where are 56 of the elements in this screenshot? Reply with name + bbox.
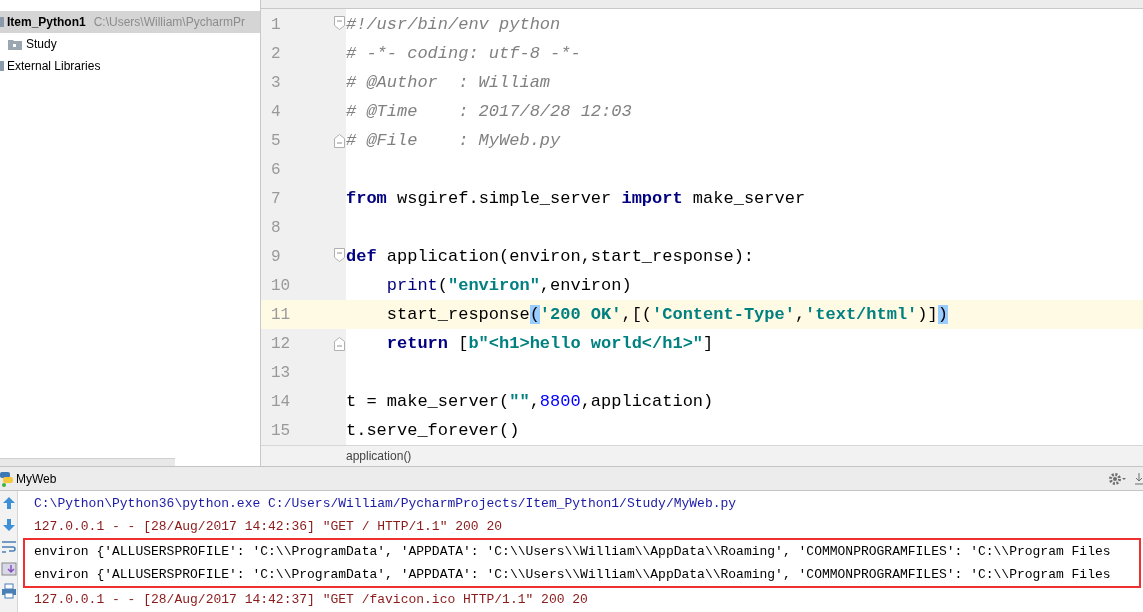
code-line: start_response('200 OK',[('Content-Type','text/html')]) bbox=[386, 303, 948, 326]
project-tree-item[interactable]: Study bbox=[0, 33, 260, 55]
line-number: 10 bbox=[271, 275, 291, 297]
project-path: C:\Users\William\PycharmPr bbox=[93, 14, 246, 31]
fold-marker-icon[interactable] bbox=[334, 134, 345, 148]
python-icon bbox=[0, 470, 14, 487]
console-line: 127.0.0.1 - - [28/Aug/2017 14:42:37] "GET /favicon.ico HTTP/1.1" 200 20 bbox=[34, 591, 589, 609]
line-number: 2 bbox=[271, 43, 281, 65]
code-line: # @Author : William bbox=[346, 71, 551, 94]
download-icon[interactable] bbox=[1135, 471, 1143, 486]
fold-marker-icon[interactable] bbox=[334, 337, 345, 351]
line-number: 11 bbox=[271, 304, 291, 326]
scrollbar[interactable] bbox=[0, 458, 175, 466]
wrap-lines-icon[interactable] bbox=[0, 539, 17, 555]
code-line: print("environ",environ) bbox=[386, 274, 632, 297]
scroll-to-end-icon[interactable] bbox=[0, 561, 17, 577]
tree-item-label: Study bbox=[26, 36, 57, 53]
line-number: 4 bbox=[271, 101, 281, 123]
fold-marker-icon[interactable] bbox=[334, 248, 345, 262]
line-number: 14 bbox=[271, 391, 291, 413]
settings-icon[interactable] bbox=[1109, 471, 1127, 486]
code-line: def application(environ,start_response): bbox=[346, 245, 755, 268]
tree-item-label: External Libraries bbox=[7, 58, 101, 75]
line-number: 9 bbox=[271, 246, 281, 268]
code-line: from wsgiref.simple_server import make_server bbox=[346, 187, 806, 210]
code-editor[interactable] bbox=[261, 9, 1143, 445]
line-number: 6 bbox=[271, 159, 281, 181]
console-line: 127.0.0.1 - - [28/Aug/2017 14:42:36] "GET / HTTP/1.1" 200 20 bbox=[34, 518, 504, 536]
code-line: #!/usr/bin/env python bbox=[346, 13, 561, 36]
line-number: 3 bbox=[271, 72, 281, 94]
project-tree-item[interactable]: External Libraries bbox=[0, 55, 260, 77]
code-line: # -*- coding: utf-8 -*- bbox=[346, 42, 581, 65]
breadcrumb[interactable]: application() bbox=[346, 447, 412, 465]
tree-item-label: Item_Python1 bbox=[7, 14, 86, 31]
line-number: 1 bbox=[271, 14, 281, 36]
console-line: C:\Python\Python36\python.exe C:/Users/William/PycharmProjects/Item_Python1/Study/MyWeb.py bbox=[34, 495, 738, 513]
folder-icon bbox=[8, 38, 22, 50]
code-line: return [b"<h1>hello world</h1>"] bbox=[386, 332, 714, 355]
project-tree-item[interactable]: Item_Python1 C:\Users\William\PycharmPr bbox=[0, 11, 260, 33]
code-line: # @Time : 2017/8/28 12:03 bbox=[346, 100, 632, 123]
console-line: environ {'ALLUSERSPROFILE': 'C:\\ProgramData', 'APPDATA': 'C:\\Users\\William\\AppData\\Roaming', 'COMMONPROGRAMFILES': 'C:\\Program Files bbox=[34, 566, 1112, 584]
code-line: # @File : MyWeb.py bbox=[346, 129, 561, 152]
code-line: t.serve_forever() bbox=[346, 419, 520, 442]
tree-node-icon bbox=[0, 61, 4, 71]
run-tab-title[interactable]: MyWeb bbox=[16, 469, 57, 488]
line-number: 5 bbox=[271, 130, 281, 152]
tree-node-icon bbox=[0, 17, 4, 27]
code-line: t = make_server("",8800,application) bbox=[346, 390, 714, 413]
line-number: 15 bbox=[271, 420, 291, 442]
line-number: 8 bbox=[271, 217, 281, 239]
fold-marker-icon[interactable] bbox=[334, 16, 345, 30]
print-icon[interactable] bbox=[0, 583, 17, 599]
line-number: 13 bbox=[271, 362, 291, 384]
line-number: 7 bbox=[271, 188, 281, 210]
console-line: environ {'ALLUSERSPROFILE': 'C:\\ProgramData', 'APPDATA': 'C:\\Users\\William\\AppData\\Roaming', 'COMMONPROGRAMFILES': 'C:\\Program Files bbox=[34, 543, 1112, 561]
line-number: 12 bbox=[271, 333, 291, 355]
